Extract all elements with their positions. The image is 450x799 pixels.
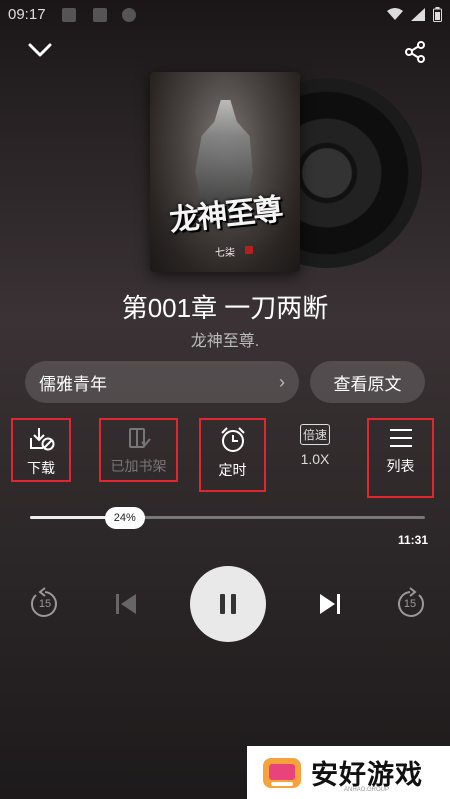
voice-selector[interactable]: 儒雅青年 › — [25, 361, 299, 403]
forward-seconds: 15 — [403, 598, 417, 610]
next-button[interactable] — [308, 582, 352, 626]
speed-label: 1.0X — [300, 451, 330, 467]
gamepad-logo-icon — [263, 757, 301, 788]
bookshelf-icon — [128, 428, 151, 448]
notification-icon — [93, 8, 107, 22]
speed-icon: 倍速 — [299, 424, 330, 445]
signal-icon — [411, 8, 425, 21]
shield-icon — [122, 8, 136, 22]
view-original-button[interactable]: 查看原文 — [310, 361, 425, 403]
skip-next-icon — [320, 594, 340, 614]
rewind-15-button[interactable]: 15 — [23, 582, 67, 626]
chapter-title: 第001章 一刀两断 — [121, 293, 329, 323]
timer-button[interactable]: 定时 — [199, 418, 266, 492]
book-cover: 龙神至尊 七柒 — [150, 72, 300, 272]
pause-button[interactable] — [190, 566, 266, 642]
wifi-icon — [387, 8, 403, 20]
share-button[interactable] — [398, 35, 432, 69]
forward-15-button[interactable]: 15 — [388, 582, 432, 626]
cover-title: 龙神至尊 — [167, 192, 283, 239]
timer-label: 定时 — [218, 462, 247, 478]
pause-icon — [220, 594, 236, 614]
bookshelf-label: 已加书架 — [110, 458, 167, 474]
list-icon — [389, 429, 412, 447]
speed-button[interactable]: 倍速 1.0X — [290, 418, 340, 482]
watermark-sub: ANHAO.GROUP — [344, 787, 390, 793]
rewind-seconds: 15 — [38, 598, 52, 610]
voice-label: 儒雅青年 — [39, 374, 107, 394]
chevron-right-icon: › — [279, 371, 285, 392]
progress-thumb[interactable]: 24% — [104, 507, 145, 529]
playlist-button[interactable]: 列表 — [367, 418, 434, 498]
download-icon — [30, 428, 55, 451]
status-icons — [387, 7, 442, 22]
status-time: 09:17 — [8, 6, 46, 23]
book-name[interactable]: 龙神至尊. — [0, 327, 450, 351]
chevron-down-icon — [28, 43, 52, 57]
cover-seal — [245, 246, 253, 254]
download-button[interactable]: 下载 — [11, 418, 71, 482]
collapse-button[interactable] — [23, 33, 57, 67]
skip-previous-icon — [116, 594, 136, 614]
bookshelf-button[interactable]: 已加书架 — [99, 418, 178, 482]
download-label: 下载 — [27, 460, 55, 476]
notification-icon — [62, 8, 76, 22]
share-icon — [405, 41, 425, 63]
status-bar: 09:17 — [0, 0, 450, 30]
alarm-icon — [220, 427, 245, 452]
playlist-label: 列表 — [386, 458, 415, 474]
previous-button[interactable] — [104, 582, 148, 626]
battery-icon — [433, 7, 442, 22]
duration-label: 11:31 — [397, 533, 428, 547]
